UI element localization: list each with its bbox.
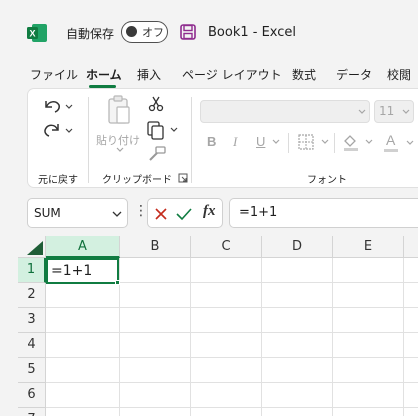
- font-color-swatch: [384, 149, 398, 152]
- title-bar: X 自動保存 オフ Book1 - Excel: [0, 0, 418, 62]
- insert-function-icon[interactable]: fx: [203, 203, 216, 220]
- autosave-state: オフ: [142, 26, 164, 39]
- ribbon-divider: [288, 133, 289, 153]
- gridline: [190, 258, 191, 416]
- more-options-icon[interactable]: ⋮: [134, 203, 148, 219]
- bold-button[interactable]: B: [207, 134, 216, 149]
- font-size-select[interactable]: 11: [374, 100, 414, 123]
- formula-text: =1+1: [239, 205, 278, 220]
- border-icon[interactable]: [298, 134, 332, 150]
- redo-icon[interactable]: [42, 121, 74, 139]
- document-title: Book1 - Excel: [208, 25, 297, 40]
- fill-handle[interactable]: [115, 280, 120, 285]
- ribbon: 元に戻す 貼り付け クリップボード 11 B I U A フォント: [27, 88, 418, 188]
- autosave-toggle[interactable]: オフ: [121, 21, 168, 43]
- tab-insert[interactable]: 挿入: [137, 66, 161, 83]
- row-header-5[interactable]: 5: [18, 358, 46, 383]
- row-header-1[interactable]: 1: [18, 258, 46, 283]
- gridline: [46, 407, 418, 408]
- paste-dropdown-icon[interactable]: [116, 147, 124, 153]
- column-header-d[interactable]: D: [262, 236, 333, 258]
- italic-button[interactable]: I: [233, 134, 237, 150]
- tab-home[interactable]: ホーム: [86, 66, 122, 83]
- save-icon[interactable]: [180, 24, 196, 40]
- font-size-value: 11: [379, 104, 395, 118]
- chevron-down-icon: [358, 109, 366, 114]
- select-all-button[interactable]: [18, 236, 46, 258]
- chevron-down-icon: [406, 140, 414, 145]
- ribbon-divider: [191, 97, 192, 183]
- formula-bar: SUM ⋮ fx =1+1: [0, 188, 418, 236]
- autosave-label: 自動保存: [66, 27, 115, 41]
- format-painter-icon[interactable]: [148, 146, 166, 162]
- clipboard-launcher-icon[interactable]: [178, 173, 188, 183]
- gridline: [403, 258, 404, 416]
- gridline: [46, 382, 418, 383]
- clipboard-group-label: クリップボード: [102, 175, 172, 186]
- paste-label[interactable]: 貼り付け: [96, 132, 140, 148]
- chevron-down-icon: [272, 139, 280, 144]
- chevron-down-icon[interactable]: [112, 211, 122, 218]
- column-header-c[interactable]: C: [191, 236, 262, 258]
- toggle-knob: [126, 26, 137, 37]
- gridline: [46, 357, 418, 358]
- formula-input[interactable]: =1+1: [229, 198, 418, 228]
- row-header-4[interactable]: 4: [18, 333, 46, 358]
- cell-a1-value: =1+1: [51, 263, 93, 279]
- tab-data[interactable]: データ: [336, 66, 372, 83]
- gridline: [46, 307, 418, 308]
- name-box-value: SUM: [34, 206, 61, 220]
- font-name-select[interactable]: [200, 100, 370, 123]
- cancel-icon[interactable]: [154, 207, 168, 221]
- gridline: [46, 332, 418, 333]
- undo-icon[interactable]: [42, 97, 74, 115]
- ribbon-tabs: ファイル ホーム 挿入 ページ レイアウト 数式 データ 校閲: [0, 62, 418, 88]
- column-header-f[interactable]: [404, 236, 418, 258]
- column-header-e[interactable]: E: [333, 236, 404, 258]
- ribbon-divider: [88, 97, 89, 183]
- tab-file[interactable]: ファイル: [30, 66, 78, 83]
- gridline: [261, 258, 262, 416]
- paste-icon[interactable]: [106, 95, 132, 127]
- enter-check-icon[interactable]: [176, 207, 192, 221]
- font-group-label: フォント: [307, 175, 347, 186]
- name-box[interactable]: SUM: [27, 198, 128, 228]
- tab-page-layout[interactable]: ページ レイアウト: [182, 66, 282, 83]
- copy-icon[interactable]: [146, 120, 180, 140]
- undo-group-label: 元に戻す: [38, 175, 78, 186]
- font-color-button[interactable]: A: [386, 132, 395, 148]
- tab-review[interactable]: 校閲: [387, 66, 411, 83]
- gridline: [332, 258, 333, 416]
- fill-color-icon[interactable]: [342, 133, 376, 151]
- column-header-a[interactable]: A: [46, 236, 120, 258]
- active-cell-a1[interactable]: =1+1: [46, 258, 119, 284]
- underline-button[interactable]: U: [256, 134, 265, 149]
- ribbon-divider: [334, 133, 335, 153]
- svg-text:X: X: [29, 29, 35, 39]
- select-all-triangle-icon: [27, 241, 43, 255]
- chevron-down-icon: [402, 109, 410, 114]
- tab-formulas[interactable]: 数式: [292, 66, 316, 83]
- row-header-2[interactable]: 2: [18, 283, 46, 308]
- cut-icon[interactable]: [148, 95, 164, 113]
- row-header-7[interactable]: 7: [18, 408, 46, 416]
- row-header-6[interactable]: 6: [18, 383, 46, 408]
- excel-app-icon: X: [27, 24, 47, 42]
- worksheet-grid[interactable]: A B C D E 1 2 3 4 5 6 7 =1+1: [18, 236, 418, 416]
- column-header-b[interactable]: B: [120, 236, 191, 258]
- row-header-3[interactable]: 3: [18, 308, 46, 333]
- formula-actions: fx: [147, 198, 223, 228]
